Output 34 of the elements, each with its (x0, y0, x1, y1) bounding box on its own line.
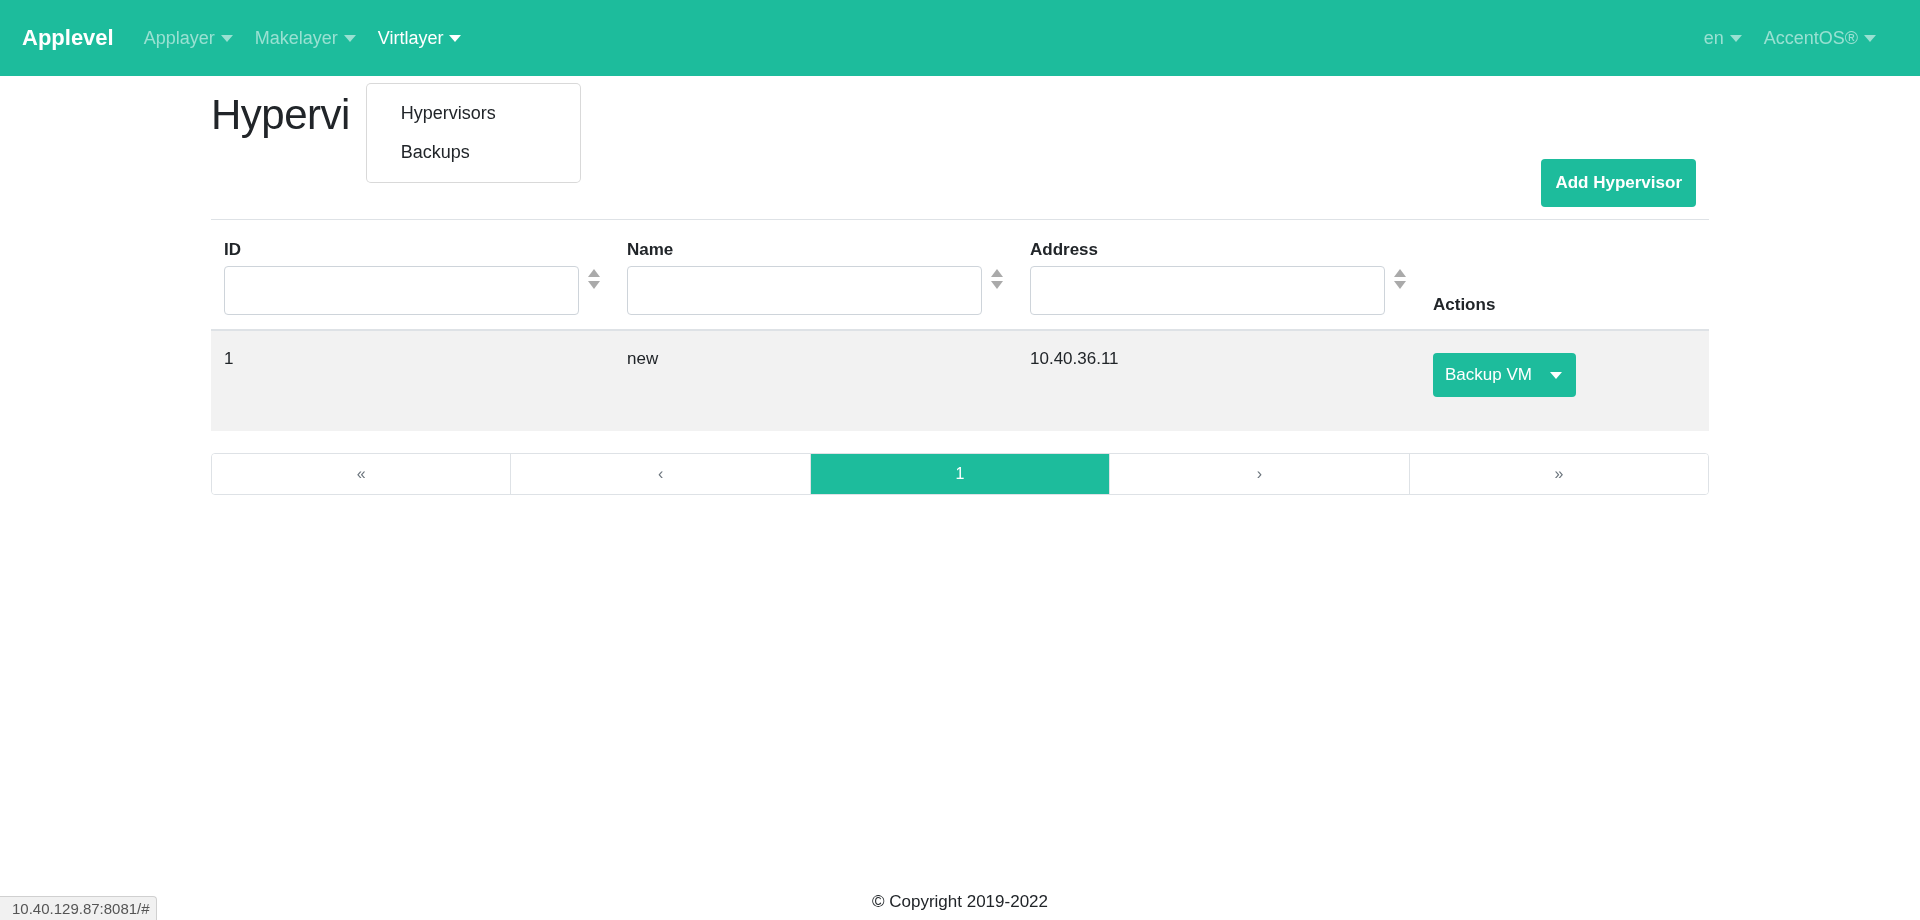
table-cell: 1 (224, 349, 234, 369)
copyright-text: © Copyright 2019-2022 (872, 892, 1048, 912)
column-header: Address (1030, 240, 1100, 261)
add-hypervisor-button[interactable]: Add Hypervisor (1541, 159, 1696, 208)
nav-menu[interactable]: en (1703, 27, 1742, 49)
sort-icon[interactable] (1393, 268, 1407, 291)
caret-icon (343, 34, 356, 42)
nav-menu[interactable]: AccentOS® (1763, 27, 1876, 49)
backup-vm-button[interactable]: Backup VM (1433, 353, 1576, 398)
nav-menu[interactable]: Applayer (143, 27, 233, 49)
column-header: ID (224, 240, 242, 261)
page-link[interactable]: 1 (809, 454, 1110, 495)
column-header: Name (627, 240, 675, 261)
sort-icon[interactable] (587, 268, 601, 291)
nav-menu[interactable]: Makelayer (254, 27, 356, 49)
caret-icon (1864, 34, 1876, 42)
status-bar: 10.40.129.87:8081/# (0, 896, 157, 920)
page-link[interactable]: » (1408, 454, 1708, 495)
table-cell: new (627, 349, 659, 369)
page-title: Hypervi (211, 90, 350, 140)
brand-link[interactable]: Applevel (22, 25, 114, 51)
caret-icon (1549, 371, 1562, 379)
filter-field[interactable] (1030, 266, 1385, 316)
dropdown-item[interactable]: Backups (366, 132, 580, 172)
caret-icon (220, 34, 233, 42)
caret-icon (1729, 34, 1742, 42)
filter-field[interactable] (224, 266, 579, 316)
column-header: Actions (1433, 295, 1497, 316)
caret-icon (449, 34, 462, 42)
filter-field[interactable] (627, 266, 982, 316)
dropdown-item[interactable]: Hypervisors (366, 93, 580, 133)
nav-menu[interactable]: Virtlayer (377, 27, 462, 49)
sort-icon[interactable] (990, 268, 1004, 291)
table-cell: 10.40.36.11 (1030, 349, 1119, 369)
